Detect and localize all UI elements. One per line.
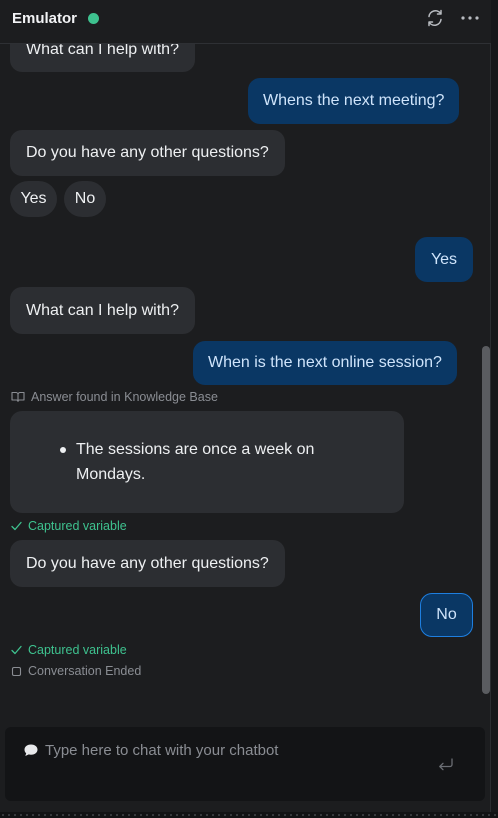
more-horizontal-icon[interactable]	[459, 7, 481, 29]
refresh-icon[interactable]	[424, 7, 446, 29]
conversation-ended-text: Conversation Ended	[28, 664, 142, 678]
bot-message: Do you have any other questions?	[10, 130, 285, 176]
knowledge-base-note-text: Answer found in Knowledge Base	[31, 390, 218, 404]
user-message: Whens the next meeting?	[248, 78, 460, 124]
answer-list-item: The sessions are once a week on Mondays.	[60, 437, 376, 487]
bot-message-text: Do you have any other questions?	[26, 555, 269, 572]
check-icon	[11, 645, 22, 655]
status-indicator	[88, 13, 99, 24]
chat-transcript[interactable]: What can I help with? Whens the next mee…	[0, 44, 480, 724]
user-message-text: Whens the next meeting?	[263, 92, 445, 109]
bot-message-text: What can I help with?	[26, 302, 179, 319]
chat-input-area[interactable]	[5, 727, 485, 801]
knowledge-base-note: Answer found in Knowledge Base	[11, 390, 218, 404]
captured-variable-text: Captured variable	[28, 519, 127, 533]
bot-message-text: What can I help with?	[26, 44, 179, 58]
choice-no-button[interactable]: No	[64, 181, 106, 217]
user-message: When is the next online session?	[193, 341, 457, 385]
window-edge	[491, 0, 498, 818]
chat-bubble-icon	[24, 744, 38, 756]
captured-variable-note: Captured variable	[11, 519, 127, 533]
bot-message: Do you have any other questions?	[10, 540, 285, 587]
emulator-panel: Emulator What can I help with? Whens the…	[0, 0, 491, 812]
conversation-ended-note: Conversation Ended	[11, 664, 141, 678]
user-message-text: No	[436, 606, 457, 623]
check-icon	[11, 521, 22, 531]
captured-variable-note: Captured variable	[11, 643, 127, 657]
user-message: Yes	[415, 237, 473, 282]
send-enter-icon[interactable]	[436, 757, 456, 773]
user-message-text: When is the next online session?	[208, 354, 442, 371]
chat-scrollbar[interactable]	[482, 346, 490, 694]
bot-message: What can I help with?	[10, 44, 195, 72]
stop-square-icon	[11, 666, 22, 676]
panel-title: Emulator	[12, 10, 78, 27]
chat-input[interactable]	[45, 739, 425, 761]
bot-message-text: Do you have any other questions?	[26, 144, 269, 161]
captured-variable-text: Captured variable	[28, 643, 127, 657]
canvas-dot-grid	[0, 812, 498, 818]
answer-list: The sessions are once a week on Mondays.	[60, 437, 376, 487]
user-message-text: Yes	[430, 251, 458, 268]
choice-yes-button[interactable]: Yes	[10, 181, 57, 217]
emulator-header: Emulator	[0, 0, 491, 44]
user-message: No	[420, 593, 473, 637]
book-icon	[11, 391, 25, 403]
bot-answer-message: The sessions are once a week on Mondays.	[10, 411, 404, 513]
bot-message: What can I help with?	[10, 287, 195, 334]
